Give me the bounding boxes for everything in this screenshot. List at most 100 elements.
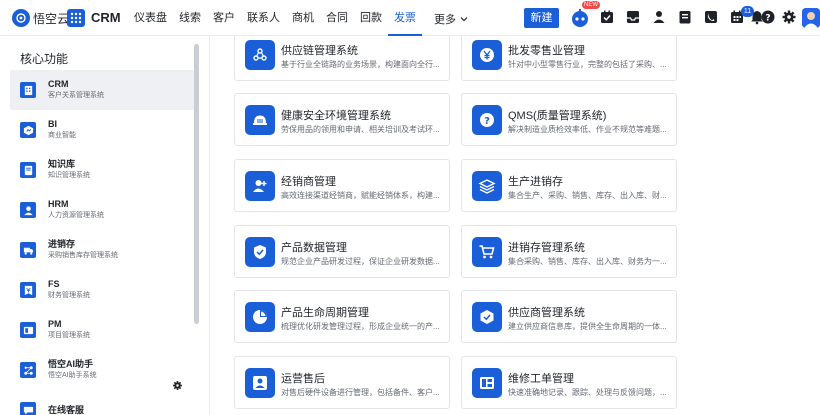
app-card-title: 供应链管理系统 [281, 45, 358, 57]
nav-item-7[interactable]: 发票 [388, 0, 422, 36]
sidebar-item[interactable]: HRM 人力资源管理系统 [10, 190, 194, 230]
sidebar-item[interactable]: PM 项目管理系统 [10, 310, 194, 350]
app-card-desc: 对售后硬件设备进行管理，包括备件、客户... [281, 388, 440, 397]
sidebar-item-desc: 悟空AI助手系统 [48, 372, 97, 379]
app-card[interactable]: 供应链管理系统基于行业全链路的业务场景，构建面向全行... [234, 36, 450, 81]
cube-check-icon [472, 302, 502, 332]
nav-item-1[interactable]: 线索 [173, 0, 207, 36]
app-card[interactable]: 经销商管理高效连接渠道经销商，赋能经销体系，构建... [234, 159, 450, 212]
app-card-desc: 规范企业产品研发过程，保证企业研发数据... [281, 257, 440, 266]
app-card-desc: 劳保用品的领用和申请、相关培训及考试环... [281, 125, 440, 134]
app-card[interactable]: 运营售后对售后硬件设备进行管理，包括备件、客户... [234, 356, 450, 409]
sidebar-item-name: HRM [48, 199, 69, 209]
new-button[interactable]: 新建 [524, 8, 559, 28]
sidebar-item[interactable]: 悟空AI助手 悟空AI助手系统 [10, 350, 194, 390]
nav-item-5[interactable]: 合同 [320, 0, 354, 36]
sidebar-item-texts: BI 商业智能 [48, 119, 76, 141]
sidebar-item-name: 在线客服 [48, 404, 85, 415]
app-card-desc: 基于行业全链路的业务场景，构建面向全行... [281, 60, 440, 69]
chart-cube-icon [20, 122, 36, 138]
sidebar-item[interactable]: 知识库 知识管理系统 [10, 150, 194, 190]
sidebar-item-texts: CRM 客户关系管理系统 [48, 79, 104, 101]
more-menu[interactable]: 更多 [434, 11, 469, 27]
main-nav: 仪表盘 线索 客户 联系人 商机 合同 回款 发票 [128, 0, 422, 36]
app-card[interactable]: 维修工单管理 快速准确地记录、跟踪、处理与反馈问题，... [461, 356, 677, 409]
sidebar-item[interactable]: BI 商业智能 [10, 110, 194, 150]
app-card-desc: 高效连接渠道经销商，赋能经销体系，构建... [281, 191, 440, 200]
notification-count-badge: 11 [741, 6, 754, 17]
svg-text:?: ? [484, 116, 490, 127]
logo-icon [12, 9, 30, 27]
sidebar: 核心功能 CRM 客户关系管理系统 BI 商业智能知识库知识管理系统 HRM 人力资源管理… [0, 36, 210, 415]
yen-icon [472, 40, 502, 70]
network-icon [20, 362, 36, 378]
app-card-title: 生产进销存 [508, 176, 563, 188]
sidebar-item-name: 知识库 [48, 159, 76, 169]
sidebar-item-desc: 人力资源管理系统 [48, 212, 104, 219]
logo[interactable]: 悟空云 [12, 9, 69, 27]
app-card[interactable]: ? QMS(质量管理系统) 解决制造业质检效率低、作业不规范等难题... [461, 93, 677, 146]
phone-icon[interactable] [703, 9, 719, 25]
sidebar-settings-icon[interactable] [172, 378, 183, 390]
user-badge-icon[interactable] [651, 9, 667, 25]
sidebar-title: 核心功能 [20, 52, 69, 66]
recycle-icon [245, 40, 275, 70]
robot-icon[interactable] [570, 8, 590, 28]
apps-grid-icon[interactable] [67, 9, 85, 27]
help-icon[interactable]: ? [760, 9, 776, 25]
app-card[interactable]: 产品生命周期管理 梳理优化研发管理过程，形成企业统一的产... [234, 290, 450, 343]
question-icon: ? [472, 105, 502, 135]
app-card-title: QMS(质量管理系统) [508, 110, 607, 122]
helmet-icon [245, 105, 275, 135]
cart-icon [472, 237, 502, 267]
more-label: 更多 [434, 14, 456, 26]
sidebar-item-texts: 进销存 采购销售库存管理系统 [48, 239, 118, 261]
inbox-icon[interactable] [625, 9, 641, 25]
calendar-icon[interactable] [677, 9, 693, 25]
app-card-title: 经销商管理 [281, 176, 336, 188]
app-card-title: 运营售后 [281, 373, 325, 385]
nav-item-0[interactable]: 仪表盘 [128, 0, 173, 36]
sidebar-item[interactable]: FS 财务管理系统 [10, 270, 194, 310]
app-card[interactable]: 产品数据管理 规范企业产品研发过程，保证企业研发数据... [234, 225, 450, 278]
app-card-desc: 梳理优化研发管理过程，形成企业统一的产... [281, 322, 440, 331]
sidebar-item-name: PM [48, 319, 62, 329]
sidebar-item-desc: 商业智能 [48, 132, 76, 139]
svg-text:?: ? [765, 14, 770, 24]
app-card-title: 供应商管理系统 [508, 307, 585, 319]
gear-icon[interactable] [781, 9, 797, 25]
sidebar-item-desc: 财务管理系统 [48, 292, 90, 299]
app-card-desc: 集合采购、销售、库存、出入库、财务为一... [508, 257, 667, 266]
sidebar-item-desc: 知识管理系统 [48, 172, 90, 179]
app-card-title: 健康安全环境管理系统 [281, 110, 391, 122]
sidebar-item[interactable]: CRM 客户关系管理系统 [10, 70, 194, 110]
logo-text: 悟空云 [33, 11, 70, 26]
nav-item-6[interactable]: 回款 [354, 0, 388, 36]
sidebar-item[interactable]: 进销存 采购销售库存管理系统 [10, 230, 194, 270]
person-icon [20, 202, 36, 218]
task-check-icon[interactable] [599, 9, 615, 25]
building-icon [20, 82, 36, 98]
sidebar-item-texts: 悟空AI助手 悟空AI助手系统 [48, 359, 97, 381]
user-avatar[interactable] [802, 8, 820, 28]
app-card[interactable]: 生产进销存 集合生产、采购、销售、库存、出入库、财... [461, 159, 677, 212]
nav-item-4[interactable]: 商机 [286, 0, 320, 36]
sidebar-item-desc: 采购销售库存管理系统 [48, 252, 118, 259]
product-name: CRM [91, 10, 121, 25]
app-card[interactable]: 进销存管理系统 集合采购、销售、库存、出入库、财务为一... [461, 225, 677, 278]
board-icon [20, 322, 36, 338]
app-card-title: 批发零售业管理 [508, 45, 585, 57]
sidebar-scrollbar[interactable] [194, 44, 199, 324]
app-card[interactable]: 供应商管理系统 建立供应商信息库，提供全生命周期的一体... [461, 290, 677, 343]
app-card[interactable]: 批发零售业管理 针对中小型零售行业，完整的包括了采购、... [461, 36, 677, 81]
sidebar-item-texts: FS 财务管理系统 [48, 279, 90, 301]
nav-item-2[interactable]: 客户 [207, 0, 241, 36]
nav-item-3[interactable]: 联系人 [241, 0, 286, 36]
app-card[interactable]: 健康安全环境管理系统劳保用品的领用和申请、相关培训及考试环... [234, 93, 450, 146]
sidebar-item[interactable]: 在线客服 [10, 390, 194, 415]
sidebar-list: CRM 客户关系管理系统 BI 商业智能知识库知识管理系统 HRM 人力资源管理系统进销存… [10, 70, 194, 415]
app-cards-grid: 供应链管理系统 基于行业全链路的业务场景，构建面向全行... 批发零售业管理 针对中小… [211, 36, 820, 415]
sidebar-item-texts: PM 项目管理系统 [48, 319, 90, 341]
layers-icon [472, 171, 502, 201]
top-bar: 悟空云 CRM 仪表盘 线索 客户 联系人 商机 合同 回款 发票 更多 新建 NEW 11 … [0, 0, 820, 36]
